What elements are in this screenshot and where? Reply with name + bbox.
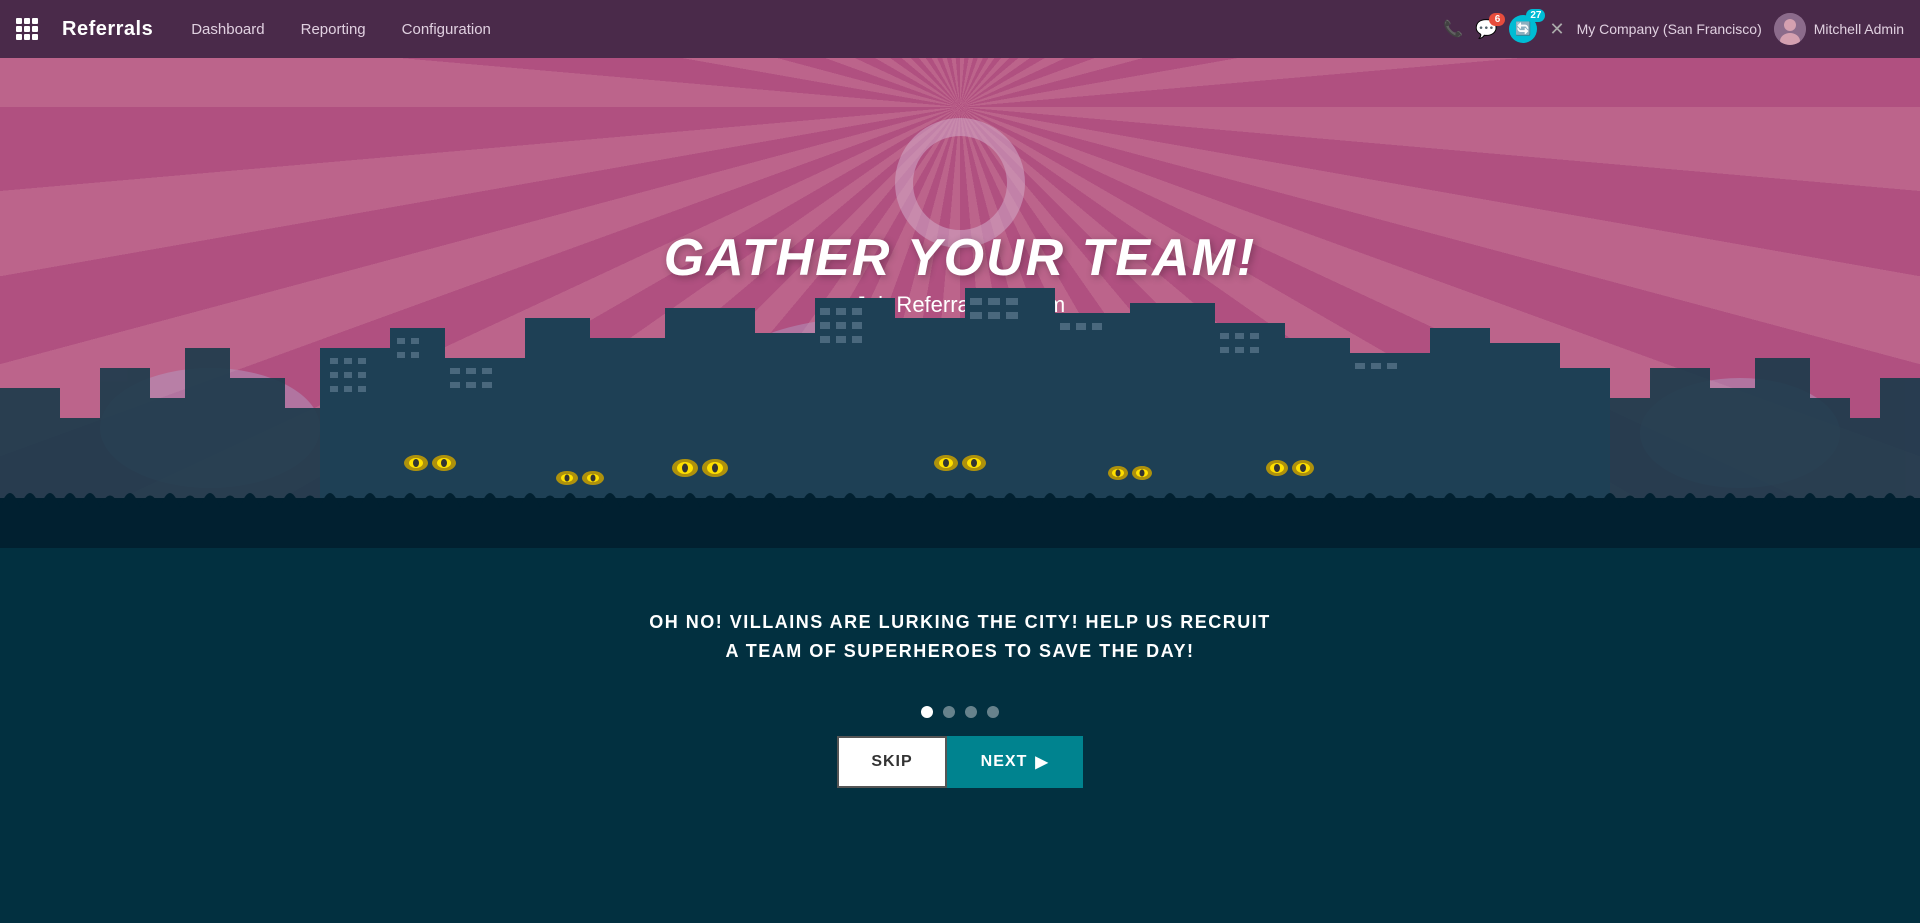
main-nav: Dashboard Reporting Configuration — [177, 13, 1419, 46]
onboarding-buttons: SKIP NEXT ▶ — [837, 736, 1082, 788]
tagline-line2: a team of Superheroes to save the day! — [725, 641, 1194, 661]
navbar: Referrals Dashboard Reporting Configurat… — [0, 0, 1920, 58]
next-arrow-icon: ▶ — [1035, 752, 1048, 772]
dot-2[interactable] — [943, 706, 955, 718]
next-button[interactable]: NEXT ▶ — [947, 736, 1083, 788]
activity-icon[interactable]: 🔄 27 — [1509, 15, 1537, 43]
user-menu[interactable]: Mitchell Admin — [1774, 13, 1904, 45]
close-icon[interactable]: ✕ — [1549, 19, 1564, 40]
ground-section: Oh No! Villains are lurking the city! He… — [0, 548, 1920, 923]
skip-button[interactable]: SKIP — [837, 736, 946, 788]
app-brand[interactable]: Referrals — [62, 18, 153, 41]
nav-configuration[interactable]: Configuration — [388, 13, 505, 46]
activity-badge: 27 — [1526, 9, 1545, 22]
dot-4[interactable] — [987, 706, 999, 718]
main-content: Gather Your Team! Job Referral Program — [0, 58, 1920, 923]
company-name[interactable]: My Company (San Francisco) — [1577, 21, 1762, 37]
dot-3[interactable] — [965, 706, 977, 718]
dot-1[interactable] — [921, 706, 933, 718]
sky-section: Gather Your Team! Job Referral Program — [0, 58, 1920, 548]
chat-badge: 6 — [1489, 13, 1505, 26]
tagline-line1: Oh No! Villains are lurking the city! He… — [649, 612, 1271, 632]
navbar-right: 📞 💬 6 🔄 27 ✕ My Company (San Francisco) … — [1443, 13, 1904, 45]
grid-menu-icon[interactable] — [16, 18, 38, 40]
user-avatar — [1774, 13, 1806, 45]
tagline: Oh No! Villains are lurking the city! He… — [649, 608, 1271, 666]
onboarding-dots — [921, 706, 999, 718]
chat-icon[interactable]: 💬 6 — [1475, 19, 1497, 40]
nav-dashboard[interactable]: Dashboard — [177, 13, 278, 46]
user-name: Mitchell Admin — [1814, 21, 1904, 37]
nav-reporting[interactable]: Reporting — [287, 13, 380, 46]
phone-icon[interactable]: 📞 — [1443, 19, 1463, 39]
city-skyline — [0, 268, 1920, 548]
